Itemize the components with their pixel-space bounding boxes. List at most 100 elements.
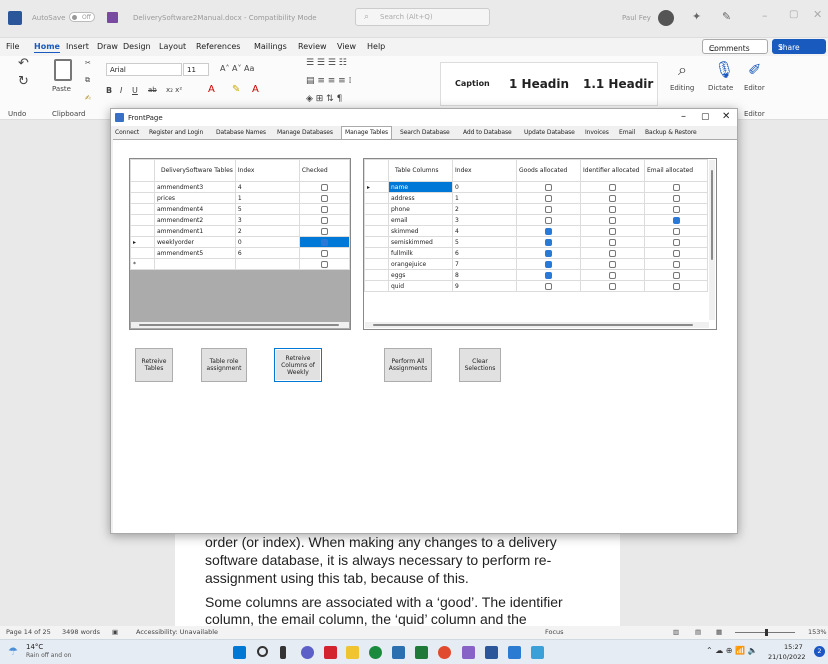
tab-email[interactable]: Email xyxy=(619,129,635,136)
cell-column-name[interactable]: skimmed xyxy=(388,225,453,237)
search-icon[interactable] xyxy=(257,646,268,657)
cell-goods[interactable] xyxy=(516,203,581,215)
cell-email[interactable] xyxy=(644,280,708,292)
retrieve-columns-button[interactable]: Retreive Columns of Weekly xyxy=(274,348,322,382)
table-row[interactable]: orangejuice 7 xyxy=(364,258,708,270)
cell-index[interactable]: 5 xyxy=(452,236,517,248)
app2-icon[interactable] xyxy=(531,646,544,659)
menu-draw[interactable]: Draw xyxy=(97,42,118,51)
store-icon[interactable] xyxy=(392,646,405,659)
checkbox[interactable] xyxy=(609,205,616,213)
cell-column-name[interactable]: phone xyxy=(388,203,453,215)
proofing-icon[interactable]: ▣ xyxy=(112,628,118,636)
cell-index[interactable]: 3 xyxy=(234,214,300,226)
dialog-close-icon[interactable]: ✕ xyxy=(722,111,730,122)
cell-table-name[interactable]: prices xyxy=(154,192,236,204)
dialog-minimize-icon[interactable]: – xyxy=(681,111,686,122)
cell-goods[interactable] xyxy=(516,181,581,193)
cell-goods[interactable] xyxy=(516,225,581,237)
checkbox[interactable] xyxy=(320,249,328,257)
row-header[interactable] xyxy=(364,203,389,215)
checkbox[interactable] xyxy=(320,216,328,224)
menu-view[interactable]: View xyxy=(337,42,356,51)
checkbox[interactable] xyxy=(320,260,328,268)
cell-index[interactable]: 0 xyxy=(452,181,517,193)
cell-index[interactable]: 7 xyxy=(452,258,517,270)
cell-checked[interactable] xyxy=(298,236,351,248)
clock-date[interactable]: 21/10/2022 xyxy=(768,653,805,661)
table-row[interactable]: phone 2 xyxy=(364,203,708,215)
chrome-icon[interactable] xyxy=(438,646,451,659)
row-header[interactable] xyxy=(130,203,155,215)
row-header[interactable] xyxy=(364,214,389,226)
task-view-icon[interactable] xyxy=(280,646,286,659)
style-heading1[interactable]: 1 Headin xyxy=(509,77,569,91)
col-header-table-columns[interactable]: Table Columns xyxy=(388,159,453,182)
cell-identifier[interactable] xyxy=(580,247,645,259)
cell-index[interactable]: 4 xyxy=(234,181,300,193)
cell-identifier[interactable] xyxy=(580,214,645,226)
cell-email[interactable] xyxy=(644,214,708,226)
cell-index[interactable]: 4 xyxy=(452,225,517,237)
redo-icon[interactable]: ↻ xyxy=(18,74,29,89)
row-header[interactable] xyxy=(130,225,155,237)
row-header[interactable] xyxy=(130,214,155,226)
save-icon[interactable] xyxy=(107,12,118,23)
cell-email[interactable] xyxy=(644,236,708,248)
cell-index[interactable]: 3 xyxy=(452,214,517,226)
style-heading11[interactable]: 1.1 Headir xyxy=(583,77,653,91)
bullets-icon[interactable]: ☰ ☰ ☰ ☷ xyxy=(306,58,347,68)
comments-button[interactable]: ▭ Comments xyxy=(702,39,768,54)
checkbox[interactable] xyxy=(609,227,616,235)
cell-identifier[interactable] xyxy=(580,225,645,237)
autosave-toggle[interactable]: Off xyxy=(69,12,95,22)
clear-selections-button[interactable]: Clear Selections xyxy=(459,348,501,382)
undo-icon[interactable]: ↶ xyxy=(18,56,29,71)
strikethrough-icon[interactable]: ab xyxy=(148,86,157,94)
row-header[interactable] xyxy=(364,192,389,204)
cell-table-name[interactable] xyxy=(154,258,236,270)
col-header-checked[interactable]: Checked xyxy=(298,159,351,182)
cell-column-name[interactable]: fullmilk xyxy=(388,247,453,259)
cell-identifier[interactable] xyxy=(580,269,645,281)
checkbox[interactable] xyxy=(320,205,328,213)
table-row[interactable]: ammendment2 3 xyxy=(130,214,351,226)
pen-icon[interactable]: ✎ xyxy=(722,10,731,23)
row-header[interactable] xyxy=(364,247,389,259)
cell-identifier[interactable] xyxy=(580,181,645,193)
table-row[interactable]: semiskimmed 5 xyxy=(364,236,708,248)
checkbox[interactable] xyxy=(545,216,552,224)
accessibility-status[interactable]: Accessibility: Unavailable xyxy=(136,628,218,636)
search-box[interactable]: ⌕ Search (Alt+Q) xyxy=(355,8,490,26)
checkbox[interactable] xyxy=(545,227,552,235)
tab-add-to-database[interactable]: Add to Database xyxy=(463,129,512,136)
cell-column-name[interactable]: quid xyxy=(388,280,453,292)
copilot-icon[interactable]: ✦ xyxy=(692,10,701,23)
columns-grid[interactable]: Table Columns Index Goods allocated Iden… xyxy=(363,158,717,330)
tab-search-database[interactable]: Search Database xyxy=(400,129,450,136)
maximize-icon[interactable]: ▢ xyxy=(789,9,798,20)
checkbox[interactable] xyxy=(609,238,616,246)
zoom-slider-thumb[interactable] xyxy=(765,629,768,636)
checkbox[interactable] xyxy=(545,205,552,213)
cell-table-name[interactable]: ammendment1 xyxy=(154,225,236,237)
columns-grid-vscroll[interactable] xyxy=(709,160,715,320)
col-header-tables[interactable]: DeliverySoftware Tables xyxy=(154,159,236,182)
focus-button[interactable]: Focus xyxy=(545,628,564,636)
close-icon[interactable]: ✕ xyxy=(813,8,822,21)
checkbox[interactable] xyxy=(545,183,552,191)
cell-email[interactable] xyxy=(644,203,708,215)
word-icon[interactable] xyxy=(485,646,498,659)
style-caption[interactable]: Caption xyxy=(455,79,490,88)
app-icon[interactable] xyxy=(508,646,521,659)
table-row[interactable]: eggs 8 xyxy=(364,269,708,281)
row-header[interactable] xyxy=(364,236,389,248)
checkbox[interactable] xyxy=(320,194,328,202)
cell-email[interactable] xyxy=(644,269,708,281)
cell-checked[interactable] xyxy=(298,225,351,237)
cell-checked[interactable] xyxy=(298,203,351,215)
cell-index[interactable]: 5 xyxy=(234,203,300,215)
tab-backup-restore[interactable]: Backup & Restore xyxy=(645,129,697,136)
cell-email[interactable] xyxy=(644,225,708,237)
find-icon[interactable]: ⌕ xyxy=(678,60,687,80)
